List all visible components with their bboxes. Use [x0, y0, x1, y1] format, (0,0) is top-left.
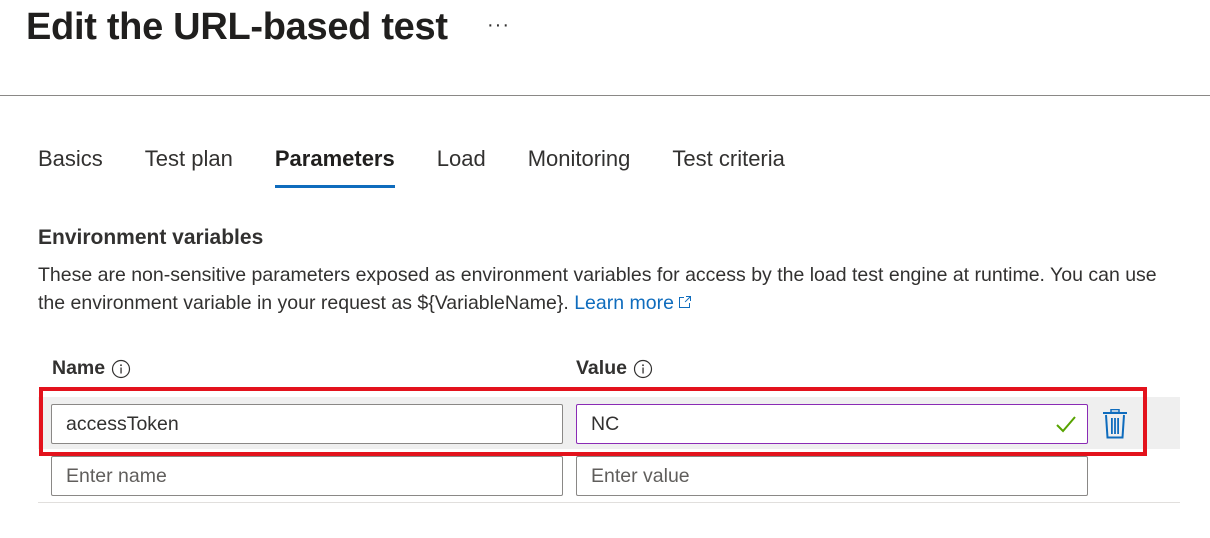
tab-basics[interactable]: Basics [38, 140, 103, 188]
tab-test-plan[interactable]: Test plan [145, 140, 233, 188]
learn-more-label: Learn more [574, 292, 674, 314]
section-description: These are non-sensitive parameters expos… [38, 261, 1188, 317]
external-link-icon [678, 296, 691, 308]
learn-more-link[interactable]: Learn more [574, 292, 693, 314]
section-heading: Environment variables [38, 226, 264, 249]
highlight-annotation [39, 387, 1147, 456]
page-title: Edit the URL-based test [26, 6, 448, 48]
tab-test-criteria[interactable]: Test criteria [672, 140, 784, 188]
name-column-header: Name [52, 357, 131, 380]
info-icon[interactable] [633, 359, 653, 379]
value-column-label: Value [576, 357, 627, 379]
new-value-input[interactable]: Enter value [576, 456, 1088, 496]
tab-load[interactable]: Load [437, 140, 486, 188]
tab-bar: Basics Test plan Parameters Load Monitor… [38, 140, 827, 188]
value-column-header: Value [576, 357, 653, 380]
new-name-input[interactable]: Enter name [51, 456, 563, 496]
tab-parameters[interactable]: Parameters [274, 140, 395, 188]
tab-monitoring[interactable]: Monitoring [528, 140, 631, 188]
row-divider [38, 502, 1180, 503]
info-icon[interactable] [111, 359, 131, 379]
more-options-button[interactable]: ··· [487, 14, 510, 37]
title-divider [0, 95, 1210, 96]
name-column-label: Name [52, 357, 106, 379]
